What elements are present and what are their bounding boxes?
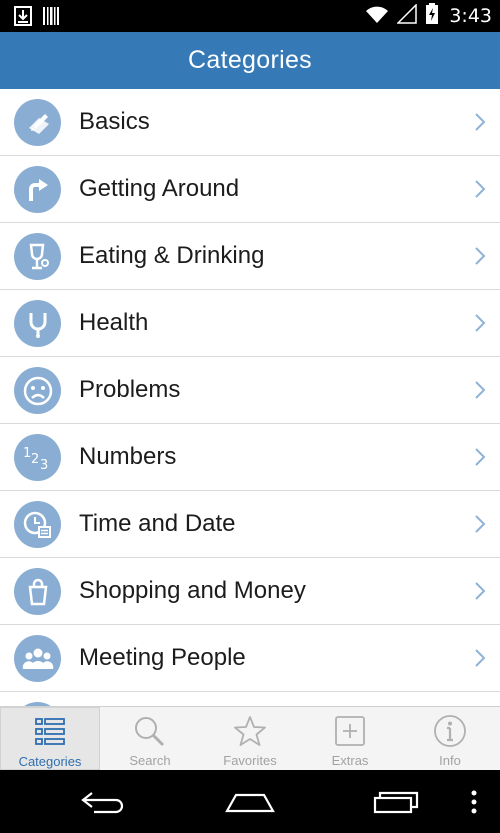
numbers-123-icon: 123 [14,434,61,481]
category-item-eating-drinking[interactable]: Eating & Drinking [0,223,500,290]
search-icon [130,713,170,749]
chevron-right-icon [475,247,486,265]
category-label: Problems [79,376,181,403]
category-item-numbers[interactable]: 123 Numbers [0,424,500,491]
tab-label: Extras [331,753,369,768]
chevron-right-icon [475,582,486,600]
chevron-right-icon [475,381,486,399]
tab-favorites[interactable]: Favorites [200,707,300,770]
tab-label: Search [129,753,171,768]
category-label: Numbers [79,443,177,470]
info-icon [430,713,470,749]
category-label: Time and Date [79,510,236,537]
battery-charging-icon [425,2,439,30]
sad-face-icon [14,367,61,414]
category-label: Basics [79,108,150,135]
menu-icon[interactable] [444,780,500,824]
category-label: Eating & Drinking [79,242,265,269]
status-time: 3:43 [449,5,492,27]
status-bar: 3:43 [0,0,500,32]
category-item-getting-around[interactable]: Getting Around [0,156,500,223]
category-item-time-date[interactable]: Time and Date [0,491,500,558]
chevron-right-icon [475,180,486,198]
category-label: Health [79,309,149,336]
category-label: Getting Around [79,175,240,202]
tab-search[interactable]: Search [100,707,200,770]
chevron-right-icon [475,649,486,667]
turn-right-arrow-icon [14,166,61,213]
app-header: Categories [0,32,500,89]
category-item-shopping-money[interactable]: Shopping and Money [0,558,500,625]
category-label: Shopping and Money [79,577,306,604]
shopping-bag-icon [14,568,61,615]
download-icon [14,6,32,31]
chevron-right-icon [475,113,486,131]
category-item-basics[interactable]: Basics [0,89,500,156]
clock-calendar-icon [14,501,61,548]
system-nav-bar [0,770,500,833]
category-item-partial[interactable] [0,692,500,706]
category-label: Meeting People [79,644,246,671]
tab-extras[interactable]: Extras [300,707,400,770]
stethoscope-icon [14,300,61,347]
category-list[interactable]: Basics Getting Around Eating & Drinking … [0,89,500,706]
tab-info[interactable]: Info [400,707,500,770]
people-icon [14,635,61,682]
chevron-right-icon [475,448,486,466]
tab-bar: Categories Search Favorites Extras Info [0,706,500,770]
category-item-meeting-people[interactable]: Meeting People [0,625,500,692]
category-item-problems[interactable]: Problems [0,357,500,424]
home-icon[interactable] [220,780,280,824]
pencil-note-icon [14,99,61,146]
category-item-health[interactable]: Health [0,290,500,357]
svg-text:2: 2 [31,452,39,467]
tab-label: Favorites [223,753,277,768]
plus-box-icon [330,713,370,749]
svg-text:3: 3 [40,458,48,473]
recent-apps-icon[interactable] [366,780,426,824]
chevron-right-icon [475,314,486,332]
glass-icon [14,233,61,280]
chevron-right-icon [475,515,486,533]
list-icon [30,714,70,750]
star-icon [230,713,270,749]
tab-label: Categories [18,754,82,769]
tab-label: Info [439,753,461,768]
back-icon[interactable] [74,780,134,824]
page-title: Categories [188,46,312,74]
tab-categories[interactable]: Categories [0,707,100,770]
wifi-icon [365,4,389,29]
signal-icon [396,2,418,29]
barcode-icon [42,6,60,31]
